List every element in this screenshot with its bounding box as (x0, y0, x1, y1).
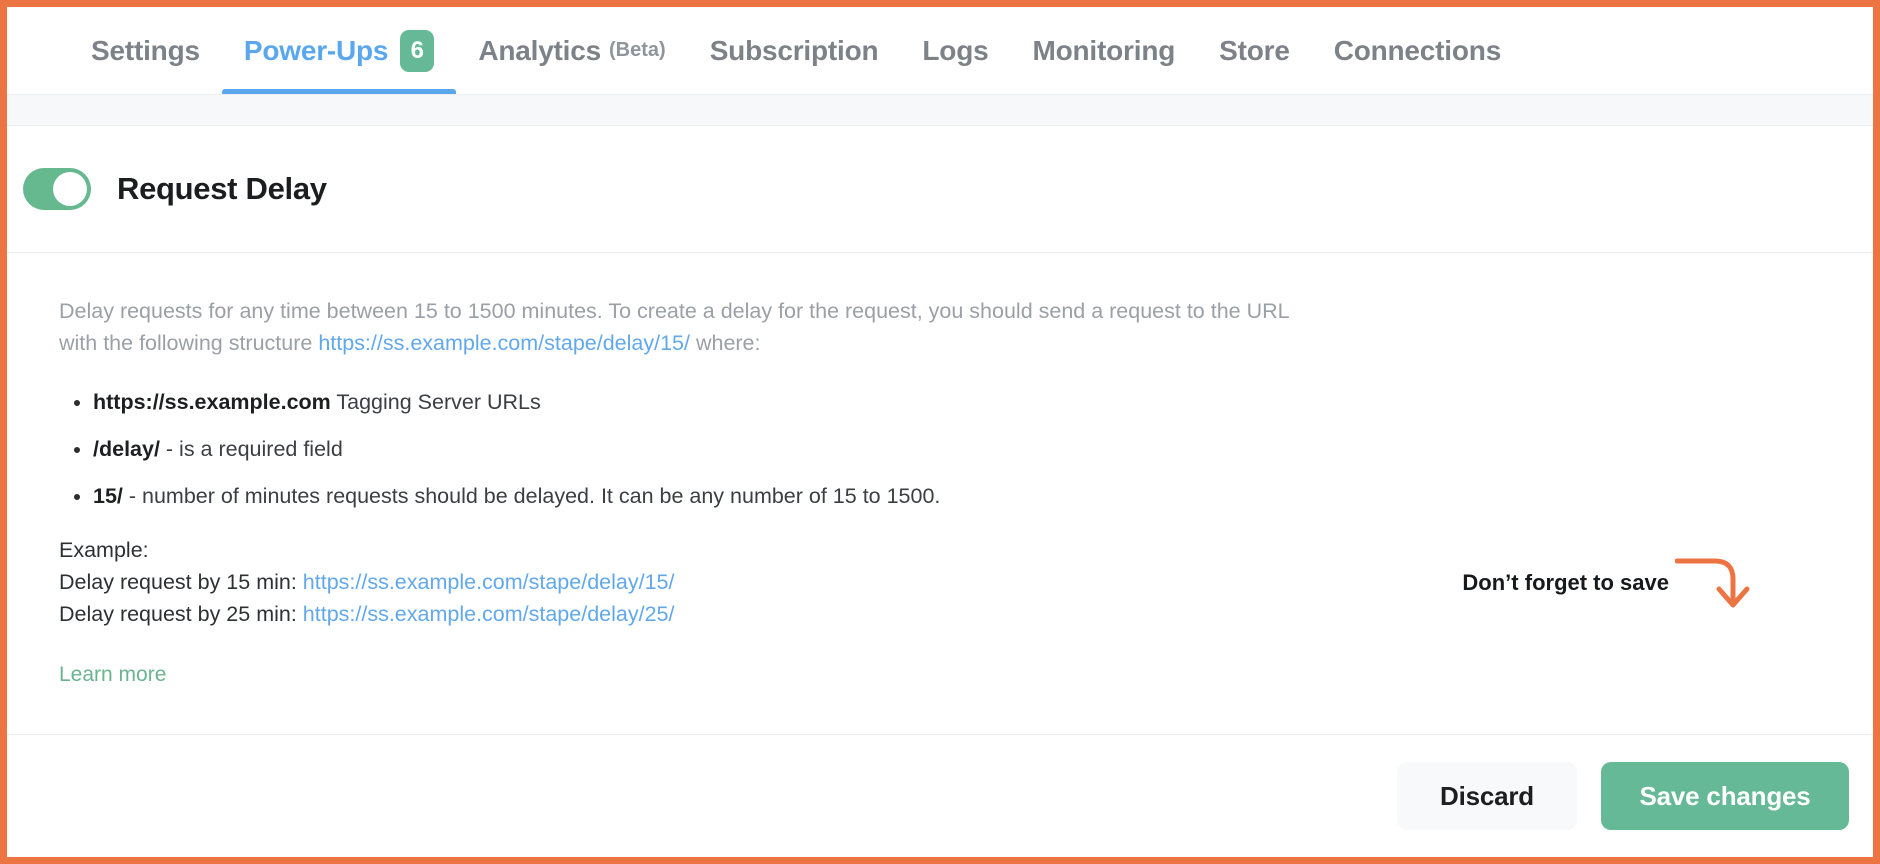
list-item: 15/ - number of minutes requests should … (93, 483, 1821, 509)
examples-block: Example: Delay request by 15 min: https:… (59, 535, 1821, 629)
active-tab-underline (221, 89, 457, 94)
save-changes-button[interactable]: Save changes (1601, 762, 1849, 830)
tab-label: Analytics (478, 34, 602, 66)
bullet-strong: 15/ (93, 484, 123, 508)
bullet-list: https://ss.example.com Tagging Server UR… (93, 389, 1821, 509)
example-link-15[interactable]: https://ss.example.com/stape/delay/15/ (303, 570, 675, 594)
example-row: Delay request by 15 min: https://ss.exam… (59, 567, 1821, 597)
tab-label: Store (1219, 34, 1290, 66)
tab-logs[interactable]: Logs (900, 7, 1010, 94)
intro-text-part-2: where: (689, 331, 761, 355)
learn-more-link[interactable]: Learn more (59, 663, 166, 687)
app-frame: Settings Power-Ups 6 Analytics (Beta) Su… (0, 0, 1880, 864)
example-row: Delay request by 25 min: https://ss.exam… (59, 599, 1821, 629)
tab-label: Logs (922, 34, 989, 66)
bullet-strong: /delay/ (93, 437, 160, 461)
section-separator-strip (7, 94, 1873, 126)
example-label: Delay request by 15 min: (59, 570, 303, 594)
bullet-text: Tagging Server URLs (330, 390, 541, 414)
bullet-text: - is a required field (159, 437, 343, 461)
power-ups-count-badge: 6 (400, 29, 435, 72)
bullet-strong: https://ss.example.com (93, 390, 331, 414)
tab-label: Connections (1333, 34, 1502, 66)
tab-beta-suffix: (Beta) (609, 39, 666, 61)
examples-heading: Example: (59, 538, 149, 562)
toggle-knob (53, 172, 87, 206)
tab-connections[interactable]: Connections (1312, 7, 1523, 94)
tab-settings[interactable]: Settings (69, 7, 222, 94)
example-link-25[interactable]: https://ss.example.com/stape/delay/25/ (303, 602, 675, 626)
power-up-body: Delay requests for any time between 15 t… (7, 253, 1873, 687)
tab-analytics[interactable]: Analytics (Beta) (456, 7, 687, 94)
tab-label: Power-Ups (243, 34, 389, 66)
tab-subscription[interactable]: Subscription (688, 7, 901, 94)
action-footer: Discard Save changes (7, 734, 1873, 857)
power-up-title: Request Delay (117, 171, 327, 206)
structure-url-link[interactable]: https://ss.example.com/stape/delay/15/ (318, 331, 690, 355)
tab-label: Settings (91, 34, 200, 66)
tab-monitoring[interactable]: Monitoring (1011, 7, 1198, 94)
tab-label: Monitoring (1032, 34, 1176, 66)
tab-bar: Settings Power-Ups 6 Analytics (Beta) Su… (7, 7, 1873, 94)
request-delay-toggle[interactable] (23, 168, 91, 210)
tab-label: Subscription (709, 34, 879, 66)
list-item: /delay/ - is a required field (93, 436, 1821, 462)
example-label: Delay request by 25 min: (59, 602, 303, 626)
tab-power-ups[interactable]: Power-Ups 6 (221, 7, 457, 94)
bullet-text: - number of minutes requests should be d… (122, 484, 941, 508)
tab-store[interactable]: Store (1197, 7, 1312, 94)
list-item: https://ss.example.com Tagging Server UR… (93, 389, 1821, 415)
intro-paragraph: Delay requests for any time between 15 t… (59, 295, 1289, 359)
power-up-header: Request Delay (7, 126, 1873, 253)
discard-button[interactable]: Discard (1397, 762, 1577, 830)
